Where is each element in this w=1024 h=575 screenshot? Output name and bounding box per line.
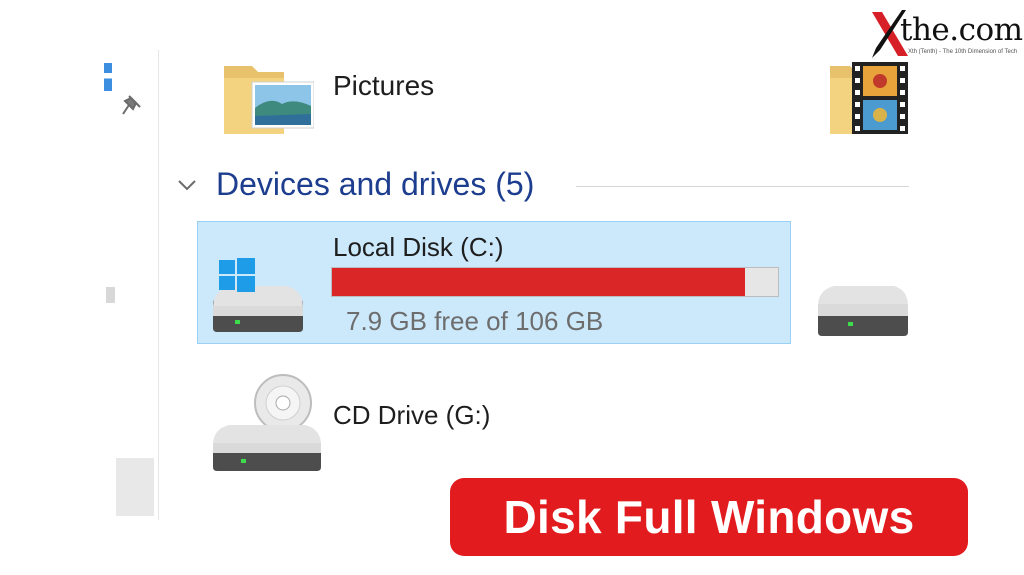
logo-tagline: Xth (Tenth) - The 10th Dimension of Tech [908, 49, 1018, 55]
drive-tile-local-disk-c[interactable]: Local Disk (C:) 7.9 GB free of 106 GB [197, 221, 791, 344]
chevron-down-icon[interactable] [176, 174, 198, 196]
caption-text: Disk Full Windows [503, 491, 915, 543]
group-divider [576, 186, 909, 187]
cd-drive-icon[interactable] [209, 373, 325, 473]
caption-banner: Disk Full Windows [450, 478, 968, 556]
videos-folder-icon[interactable] [828, 60, 912, 136]
devices-and-drives-header[interactable]: Devices and drives (5) [174, 166, 909, 206]
windows-drive-icon [213, 258, 303, 332]
navigation-pane [104, 50, 159, 520]
drive-free-space: 7.9 GB free of 106 GB [346, 306, 604, 336]
site-logo: the.com Xth (Tenth) - The 10th Dimension… [868, 8, 1023, 66]
nav-item-marker[interactable] [104, 63, 112, 91]
logo-text: the.com [900, 12, 1023, 48]
disk-usage-bar [331, 267, 779, 297]
drive-name: Local Disk (C:) [333, 232, 504, 262]
folder-label-pictures[interactable]: Pictures [333, 70, 434, 102]
nav-item-marker[interactable] [106, 287, 115, 303]
group-title: Devices and drives (5) [216, 166, 535, 202]
pictures-folder-icon[interactable] [222, 60, 314, 136]
drive-name[interactable]: CD Drive (G:) [333, 400, 490, 431]
pin-icon[interactable] [120, 92, 146, 118]
disk-usage-fill [332, 268, 745, 296]
hard-drive-icon[interactable] [816, 276, 908, 338]
scrollbar-thumb[interactable] [116, 458, 154, 516]
